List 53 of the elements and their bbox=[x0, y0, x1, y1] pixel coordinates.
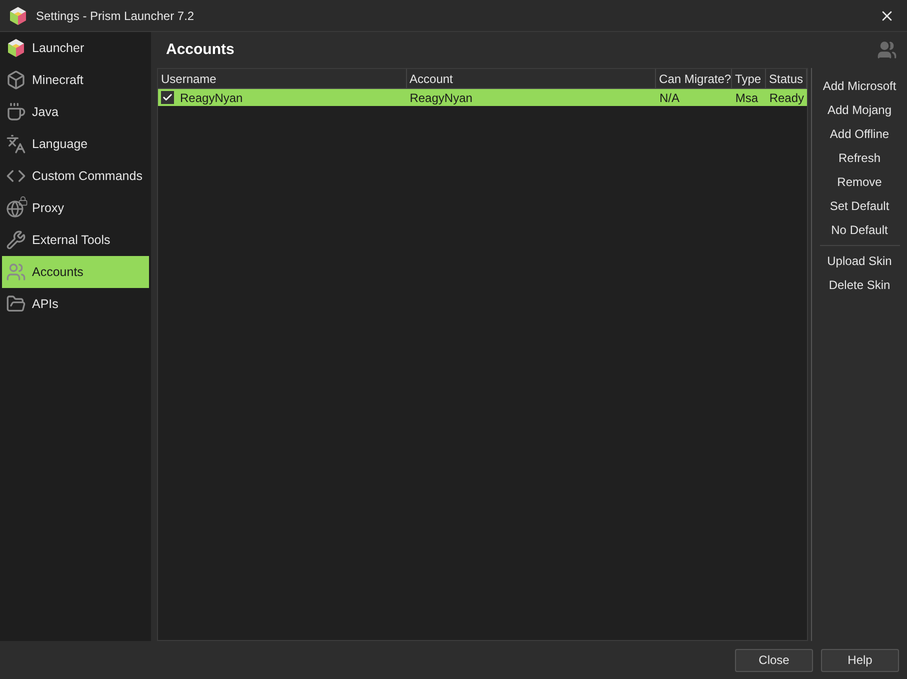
action-button[interactable]: Upload Skin bbox=[823, 249, 896, 273]
app-logo-icon bbox=[8, 6, 28, 26]
sidebar-label: Minecraft bbox=[32, 72, 84, 89]
hexagon-logo-icon bbox=[6, 38, 26, 58]
sidebar-item[interactable]: Launcher bbox=[2, 32, 149, 64]
sidebar-item[interactable]: Java bbox=[2, 96, 149, 128]
cube-icon bbox=[6, 70, 26, 90]
window-title: Settings - Prism Launcher 7.2 bbox=[36, 8, 194, 24]
column-header[interactable]: Status bbox=[766, 69, 808, 88]
dialog-button[interactable]: Close bbox=[735, 648, 813, 672]
column-header[interactable]: Type bbox=[732, 69, 766, 88]
cup-icon bbox=[6, 102, 26, 122]
table-cell-text: Msa bbox=[735, 90, 758, 106]
folder-icon bbox=[6, 294, 26, 314]
column-header[interactable]: Username bbox=[158, 69, 407, 88]
dialog-button[interactable]: Help bbox=[821, 648, 899, 672]
action-button[interactable]: No Default bbox=[827, 218, 892, 242]
action-button[interactable]: Add Mojang bbox=[823, 98, 896, 122]
users-icon bbox=[877, 40, 897, 60]
sidebar-item[interactable]: Accounts bbox=[2, 256, 149, 288]
page-title: Accounts bbox=[166, 40, 234, 60]
globe-lock-icon bbox=[6, 198, 26, 218]
users-icon bbox=[6, 262, 26, 282]
sidebar-label: Proxy bbox=[32, 200, 64, 217]
sidebar-label: Launcher bbox=[32, 40, 84, 57]
table-cell-text: N/A bbox=[659, 90, 680, 106]
table-cell-text: Ready bbox=[769, 90, 804, 106]
column-header[interactable]: Account bbox=[406, 69, 656, 88]
sidebar-label: Custom Commands bbox=[32, 168, 142, 185]
sidebar-item[interactable]: Proxy bbox=[2, 192, 149, 224]
language-icon bbox=[6, 134, 26, 154]
sidebar-item[interactable]: Language bbox=[2, 128, 149, 160]
sidebar-label: APIs bbox=[32, 296, 58, 313]
wrench-icon bbox=[6, 230, 26, 250]
sidebar-item[interactable]: External Tools bbox=[2, 224, 149, 256]
column-header[interactable]: Can Migrate? bbox=[656, 69, 732, 88]
sidebar-item[interactable]: APIs bbox=[2, 288, 149, 320]
action-button[interactable]: Add Offline bbox=[826, 122, 894, 146]
action-button[interactable]: Add Microsoft bbox=[818, 74, 900, 98]
table-cell-text: ReagyNyan bbox=[410, 90, 472, 106]
sidebar-label: Accounts bbox=[32, 264, 84, 281]
sidebar-label: Language bbox=[32, 136, 88, 153]
action-button[interactable]: Remove bbox=[833, 170, 886, 194]
sidebar-label: Java bbox=[32, 104, 58, 121]
sidebar-label: External Tools bbox=[32, 232, 110, 249]
checkbox[interactable] bbox=[161, 91, 174, 104]
table-cell-text: ReagyNyan bbox=[180, 90, 243, 106]
table-row[interactable]: ReagyNyan ReagyNyan N/A Msa Ready bbox=[158, 89, 807, 106]
sidebar-item[interactable]: Minecraft bbox=[2, 64, 149, 96]
action-button[interactable]: Delete Skin bbox=[824, 273, 894, 297]
sidebar-item[interactable]: Custom Commands bbox=[2, 160, 149, 192]
action-button[interactable]: Set Default bbox=[826, 194, 894, 218]
action-button[interactable]: Refresh bbox=[834, 146, 885, 170]
